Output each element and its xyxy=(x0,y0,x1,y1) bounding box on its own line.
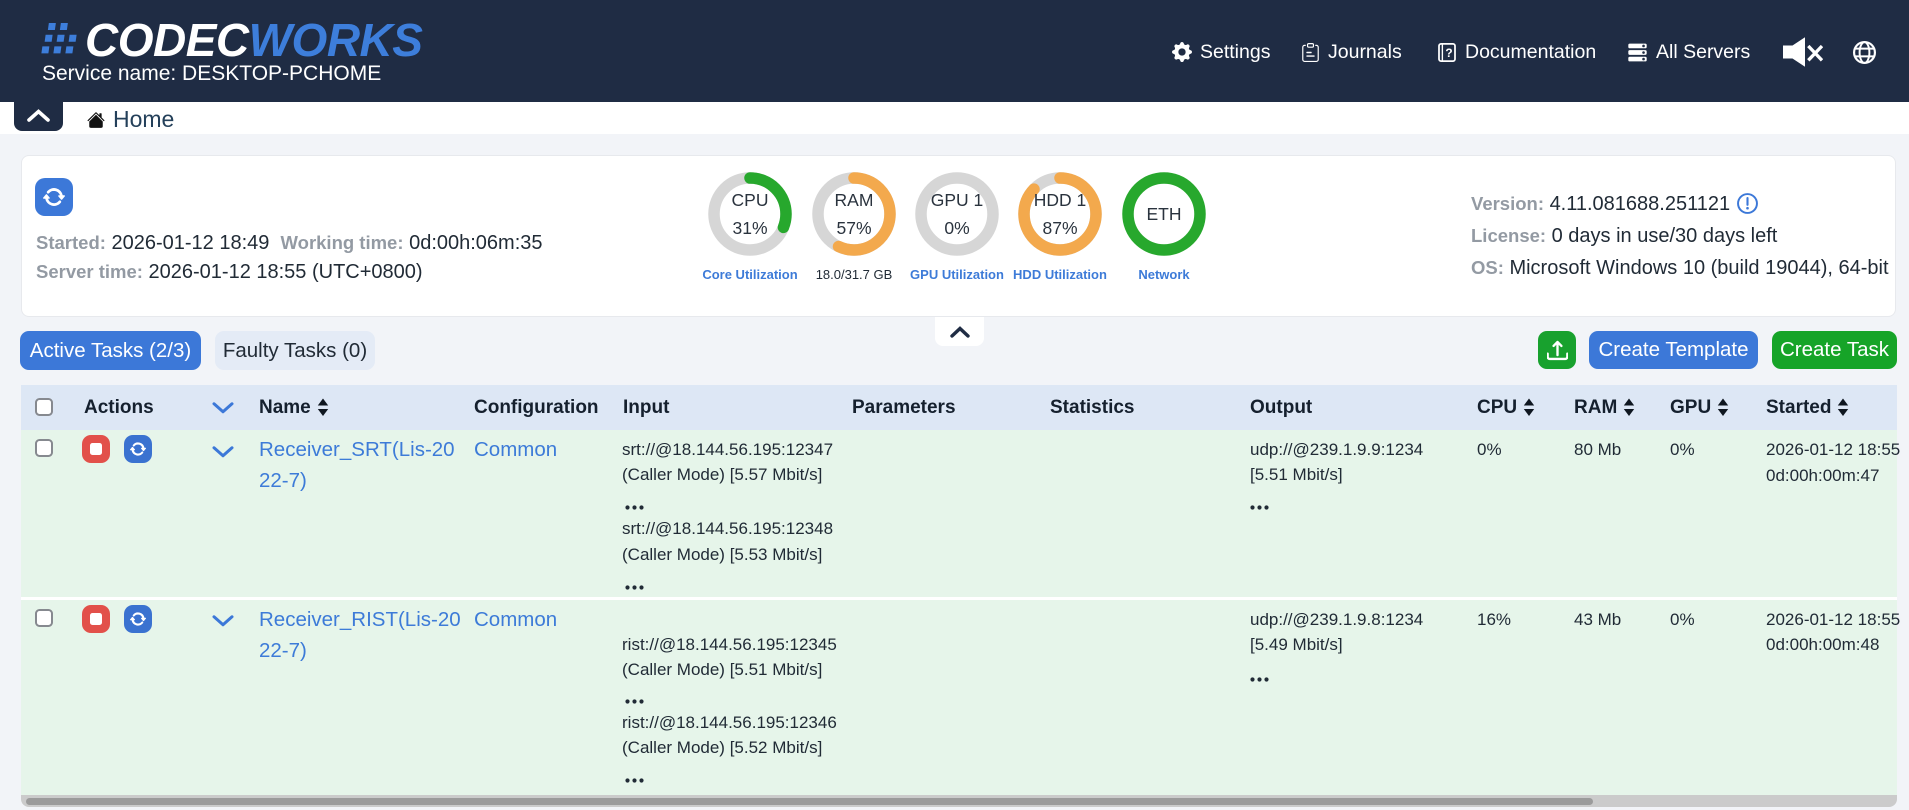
svg-text:?: ? xyxy=(1445,45,1452,59)
